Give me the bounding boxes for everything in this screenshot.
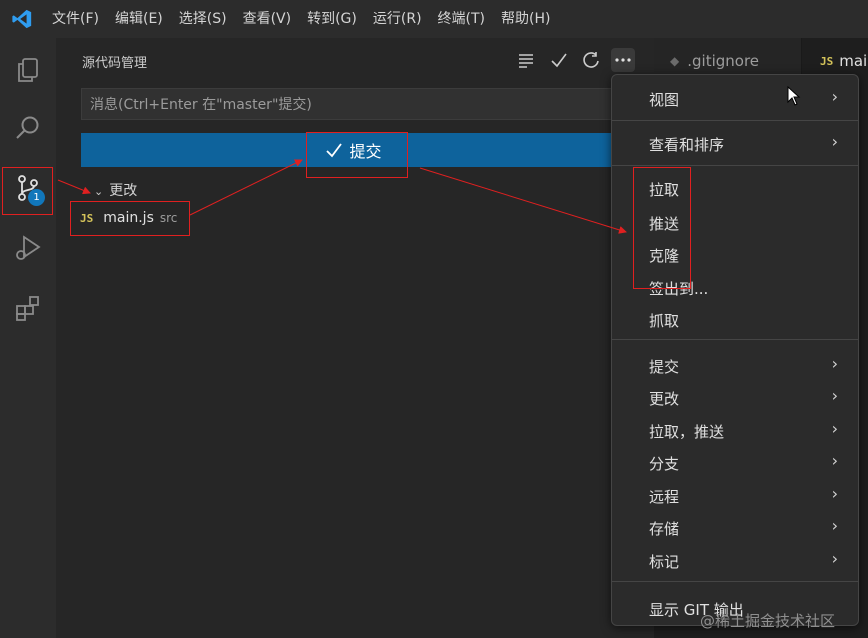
watermark: @稀土掘金技术社区 bbox=[700, 612, 836, 630]
annotation-arrows bbox=[57, 159, 627, 234]
